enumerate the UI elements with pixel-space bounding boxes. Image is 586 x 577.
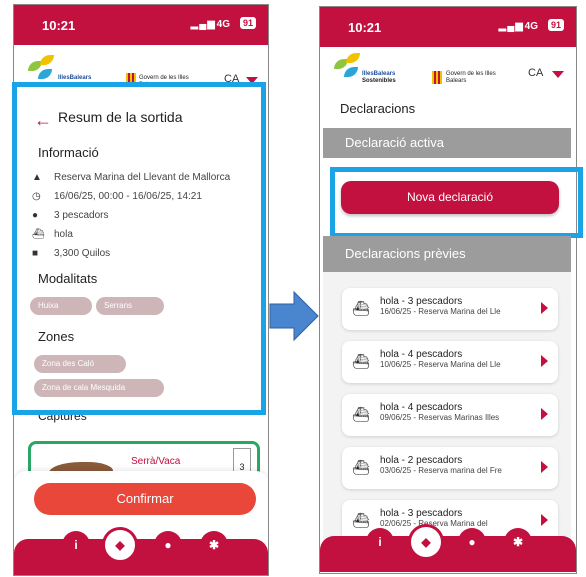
declaration-item[interactable]: ⛴ hola - 4 pescadors 09/06/25 - Reservas…	[342, 394, 558, 436]
declaration-title: hola - 3 pescadors	[380, 296, 463, 307]
person-icon[interactable]: ●	[154, 531, 182, 559]
chevron-right-icon	[541, 514, 548, 526]
chevron-right-icon	[541, 408, 548, 420]
highlight-new-declaration	[330, 167, 583, 238]
coat-of-arms-icon	[432, 71, 442, 84]
network-label: 4G	[524, 21, 538, 32]
page-title: Declaracions	[340, 101, 416, 116]
declaration-detail: 03/06/25 - Reserva marina del Fre	[380, 466, 502, 475]
bottom-nav: i ◆ ● ✱	[320, 524, 576, 572]
signal-icon: ▂▄▆	[190, 19, 216, 30]
declaration-title: hola - 4 pescadors	[380, 349, 463, 360]
logo-subtitle: Sostenibles	[362, 78, 396, 84]
info-icon[interactable]: i	[62, 531, 90, 559]
gear-icon[interactable]: ✱	[504, 528, 532, 556]
chevron-right-icon	[541, 355, 548, 367]
confirm-panel: Confirmar	[14, 471, 268, 535]
chevron-right-icon	[541, 461, 548, 473]
boat-icon: ⛴	[352, 512, 370, 528]
flow-arrow-icon	[269, 290, 319, 342]
declaration-detail: 09/06/25 - Reservas Marinas Illes	[380, 413, 500, 422]
info-icon[interactable]: i	[366, 528, 394, 556]
battery-icon: 91	[239, 17, 256, 29]
person-icon[interactable]: ●	[458, 528, 486, 556]
boat-icon: ⛴	[352, 459, 370, 475]
declaration-item[interactable]: ⛴ hola - 3 pescadors 16/06/25 - Reserva …	[342, 288, 558, 330]
previous-heading: Declaracions prèvies	[323, 236, 571, 272]
app-header: IllesBalears Sostenibles Govern de les I…	[320, 47, 576, 123]
status-bar: 10:21 ▂▄▆ 4G 91	[14, 5, 268, 45]
declaration-item[interactable]: ⛴ hola - 2 pescadors 03/06/25 - Reserva …	[342, 447, 558, 489]
active-heading: Declaració activa	[323, 128, 571, 158]
fish-icon[interactable]: ◆	[408, 524, 444, 560]
language-selector[interactable]: CA	[528, 67, 543, 79]
declaration-detail: 10/06/25 - Reserva Marina del Lle	[380, 360, 501, 369]
chevron-down-icon[interactable]	[552, 71, 564, 78]
declaration-title: hola - 2 pescadors	[380, 455, 463, 466]
fish-icon[interactable]: ◆	[102, 527, 138, 563]
confirm-button[interactable]: Confirmar	[34, 483, 256, 515]
declaration-detail: 02/06/25 - Reserva Marina del	[380, 519, 488, 528]
government-name: Govern de les Illes Balears	[446, 71, 496, 84]
chevron-right-icon	[541, 302, 548, 314]
gear-icon[interactable]: ✱	[200, 531, 228, 559]
declaration-title: hola - 4 pescadors	[380, 402, 463, 413]
declaration-title: hola - 3 pescadors	[380, 508, 463, 519]
boat-icon: ⛴	[352, 353, 370, 369]
boat-icon: ⛴	[352, 406, 370, 422]
signal-icon: ▂▄▆	[498, 21, 524, 32]
highlight-summary	[12, 82, 266, 415]
bottom-nav: i ◆ ● ✱	[14, 527, 268, 575]
battery-icon: 91	[547, 19, 564, 31]
network-label: 4G	[216, 19, 230, 30]
declaration-item[interactable]: ⛴ hola - 4 pescadors 10/06/25 - Reserva …	[342, 341, 558, 383]
logo-name: IllesBalears	[362, 71, 396, 77]
status-time: 10:21	[42, 18, 76, 33]
status-bar: 10:21 ▂▄▆ 4G 91	[320, 7, 576, 47]
capture-name: Serrà/Vaca	[131, 456, 181, 467]
logo-name: IllesBalears	[58, 75, 92, 81]
boat-icon: ⛴	[352, 300, 370, 316]
declaration-detail: 16/06/25 - Reserva Marina del Lle	[380, 307, 501, 316]
status-time: 10:21	[348, 20, 382, 35]
